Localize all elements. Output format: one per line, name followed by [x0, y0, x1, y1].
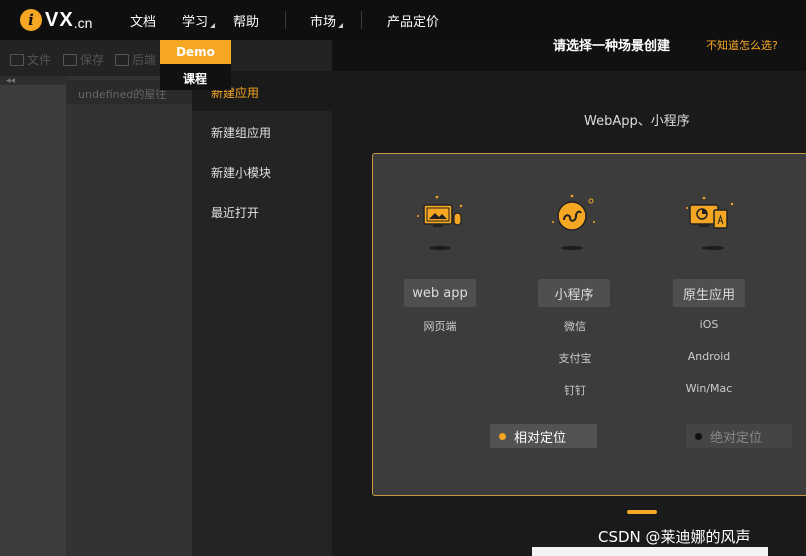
toolbar-save[interactable]: 保存 — [63, 51, 104, 68]
nav-learn[interactable]: 学习 — [182, 11, 208, 30]
relative-position-option[interactable]: 相对定位 — [490, 424, 597, 448]
watermark: CSDN @莱迪娜的风声 — [598, 528, 751, 546]
sidebar-item-new-group-app[interactable]: 新建组应用 — [211, 124, 271, 141]
editor-left-panel — [0, 76, 66, 556]
miniprogram-icon — [552, 194, 595, 231]
learn-dropdown-icon — [210, 23, 215, 28]
help-link[interactable]: 不知道怎么选? — [706, 37, 778, 53]
webapp-icon — [417, 195, 463, 227]
miniprogram-option-button[interactable]: 小程序 — [538, 279, 610, 307]
absolute-position-label: 绝对定位 — [710, 430, 763, 446]
sidebar-item-new-module[interactable]: 新建小模块 — [211, 164, 271, 181]
toolbar-file[interactable]: 文件 — [10, 51, 51, 68]
platform-android: Android — [687, 350, 731, 363]
nav-divider — [361, 11, 362, 29]
logo-text: VX — [45, 8, 74, 31]
radio-selected-icon — [499, 432, 506, 440]
dropdown-item-course[interactable]: 课程 — [183, 70, 207, 87]
toolbar-backend[interactable]: 后端 — [115, 51, 156, 68]
absolute-position-option[interactable]: 绝对定位 — [686, 424, 792, 448]
page-indicator — [627, 510, 657, 514]
native-app-option-button[interactable]: 原生应用 — [673, 279, 745, 307]
radio-unselected-icon — [695, 432, 702, 440]
relative-position-label: 相对定位 — [514, 430, 567, 446]
nav-help[interactable]: 帮助 — [233, 11, 259, 30]
save-icon — [63, 53, 77, 66]
nav-market[interactable]: 市场 — [310, 11, 336, 30]
modal-prompt: 请选择一种场景创建 — [553, 39, 671, 54]
webapp-option-button[interactable]: web app — [404, 279, 476, 307]
section-title: WebApp、小程序 — [584, 114, 690, 129]
platform-alipay: 支付宝 — [558, 352, 592, 365]
bottom-bar — [532, 547, 768, 556]
create-sidebar — [192, 71, 332, 556]
logo-suffix: .cn — [73, 15, 93, 31]
platform-dingtalk: 钉钉 — [564, 384, 586, 397]
ivx-logo[interactable]: i VX .cn — [20, 8, 92, 32]
nav-pricing[interactable]: 产品定价 — [387, 11, 439, 30]
market-dropdown-icon — [338, 23, 343, 28]
toolbar-file-label: 文件 — [27, 53, 52, 67]
platform-web: 网页端 — [423, 320, 457, 333]
platform-ios: iOS — [699, 318, 719, 331]
toolbar-save-label: 保存 — [80, 53, 105, 67]
platform-wechat: 微信 — [564, 320, 586, 333]
grid-icon — [115, 53, 129, 66]
icon-shadow — [429, 246, 451, 250]
nav-docs[interactable]: 文档 — [130, 11, 156, 30]
platform-desktop: Win/Mac — [685, 382, 733, 395]
folder-icon — [10, 53, 24, 66]
icon-shadow — [702, 246, 724, 250]
editor-tab[interactable]: undefined的屋往 — [78, 86, 166, 102]
editor-canvas — [66, 76, 192, 556]
toolbar-backend-label: 后端 — [132, 53, 157, 67]
icon-shadow — [561, 246, 583, 250]
nav-divider — [285, 11, 286, 29]
collapse-icon[interactable]: ◂◂ — [6, 76, 15, 86]
logo-badge: i — [20, 9, 42, 31]
native-app-icon — [686, 196, 734, 229]
dropdown-item-demo[interactable]: Demo — [160, 40, 231, 64]
sidebar-item-recent[interactable]: 最近打开 — [211, 204, 259, 221]
